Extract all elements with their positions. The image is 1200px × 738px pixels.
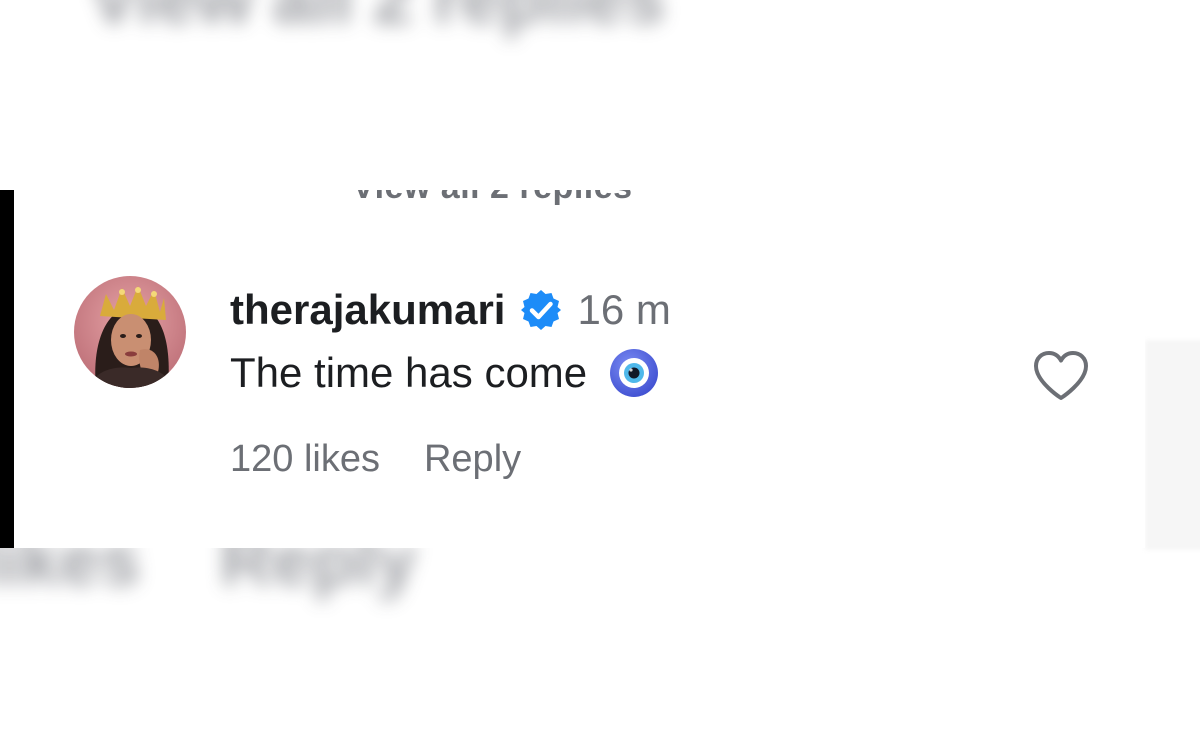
blurred-view-replies: View all 2 replies <box>90 0 665 40</box>
avatar-photo <box>74 276 186 388</box>
username[interactable]: therajakumari <box>230 286 505 334</box>
screenshot-stage: View all 2 replies likes Reply View all … <box>0 0 1200 738</box>
comment-text: The time has come <box>230 349 588 396</box>
comment-header: therajakumari 16 m <box>230 286 671 334</box>
likes-count[interactable]: 120 likes <box>230 438 380 481</box>
verified-badge-icon <box>519 288 563 332</box>
nazar-amulet-icon <box>609 348 659 398</box>
avatar[interactable] <box>74 276 186 388</box>
reply-button[interactable]: Reply <box>424 438 521 481</box>
comment-body: The time has come <box>230 348 659 398</box>
heart-outline-icon[interactable] <box>1032 350 1090 402</box>
comment-card: View all 2 replies <box>0 190 1145 548</box>
view-replies-link[interactable]: View all 2 replies <box>352 190 633 207</box>
left-edge-bar <box>0 190 14 548</box>
timestamp: 16 m <box>577 286 671 333</box>
comment-actions: 120 likes Reply <box>230 438 521 481</box>
blurred-side-panel <box>1145 340 1200 550</box>
